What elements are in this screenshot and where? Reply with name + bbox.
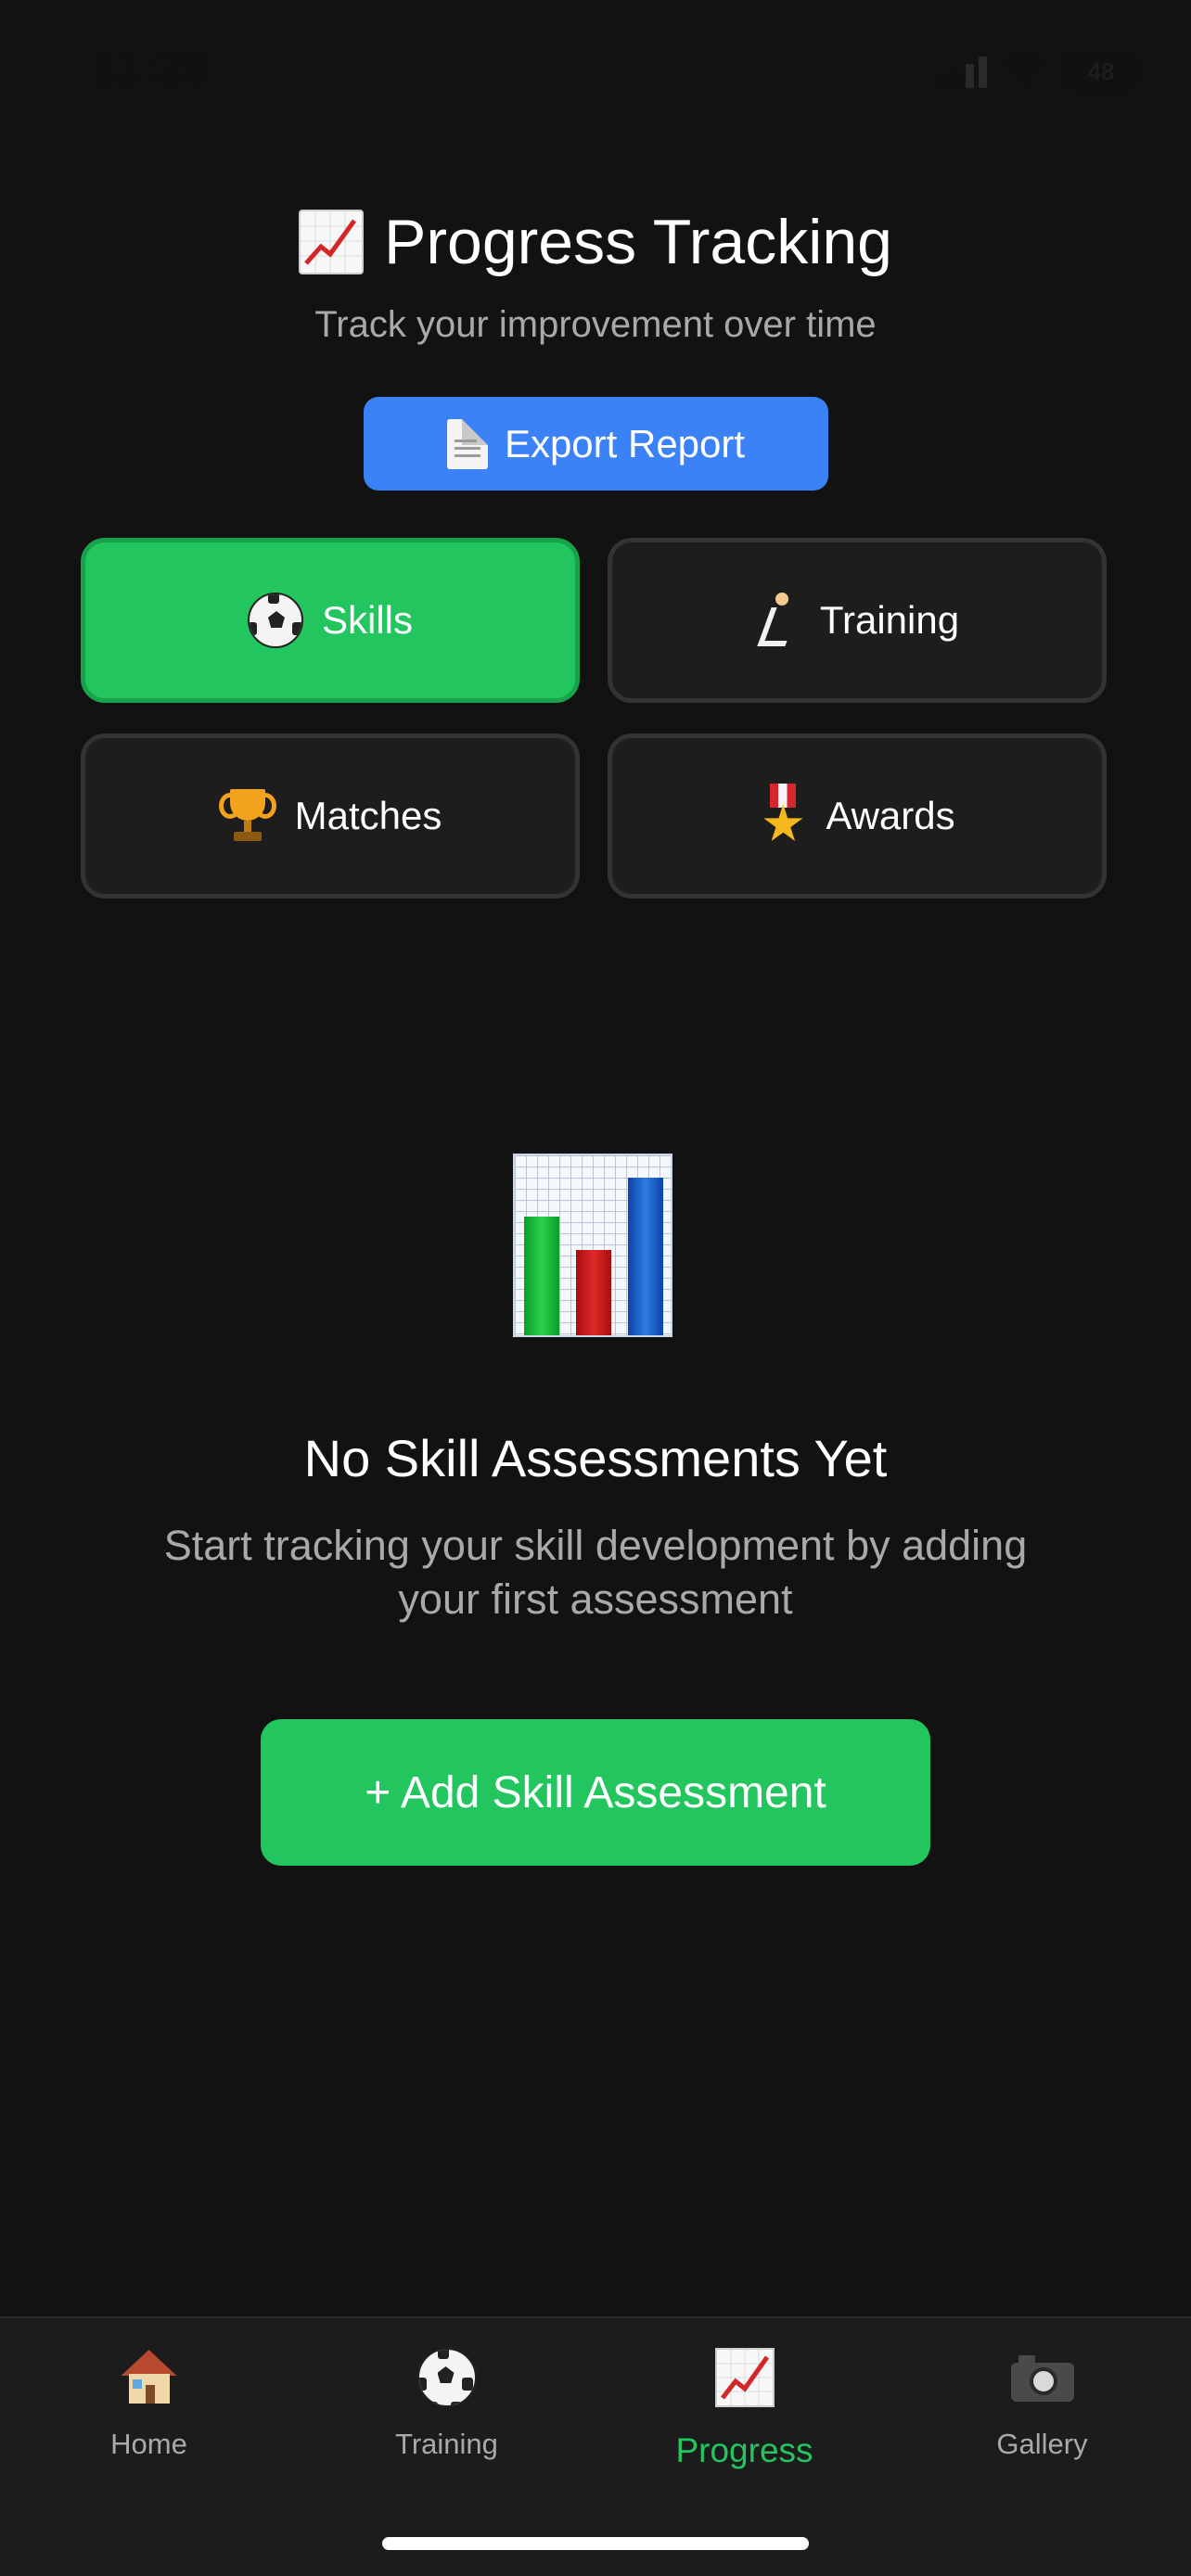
tab-label: Training [395, 2428, 498, 2460]
battery-level: 48 [1087, 57, 1115, 85]
category-awards[interactable]: Awards [608, 733, 1107, 899]
battery-icon: 48 [1065, 52, 1144, 91]
home-indicator[interactable] [382, 2537, 809, 2550]
category-label: Skills [321, 598, 413, 642]
trophy-icon [218, 787, 276, 845]
tab-training[interactable]: Training [298, 2346, 596, 2485]
status-time: 11:26 [91, 42, 212, 94]
chart-up-icon [299, 210, 364, 274]
tab-label: Home [110, 2428, 187, 2460]
add-skill-assessment-button[interactable]: + Add Skill Assessment [261, 1719, 930, 1866]
export-report-label: Export Report [504, 421, 746, 465]
category-matches[interactable]: Matches [81, 733, 580, 899]
page-title-row: Progress Tracking [0, 206, 1191, 278]
document-icon [446, 418, 488, 469]
tab-progress[interactable]: Progress [596, 2346, 893, 2485]
tab-label: Gallery [996, 2428, 1088, 2460]
export-report-button[interactable]: Export Report [364, 397, 828, 491]
page-subtitle: Track your improvement over time [314, 304, 877, 345]
category-label: Awards [826, 794, 955, 837]
category-training[interactable]: Training [608, 538, 1107, 703]
page-title: Progress Tracking [384, 207, 892, 277]
soccer-ball-icon [247, 593, 303, 648]
empty-state-title: No Skill Assessments Yet [303, 1429, 888, 1487]
category-label: Matches [294, 794, 442, 837]
house-icon [118, 2346, 181, 2409]
category-label: Training [819, 598, 960, 642]
chart-up-icon [713, 2346, 776, 2409]
camera-icon [1010, 2346, 1074, 2409]
empty-state-description: Start tracking your skill development by… [163, 1522, 1028, 1623]
bar-chart-icon [513, 1154, 672, 1337]
medal-icon [759, 784, 807, 848]
runner-icon [755, 593, 801, 648]
tab-label: Progress [675, 2431, 813, 2469]
signal-icon [940, 55, 987, 88]
tab-home[interactable]: Home [0, 2346, 298, 2485]
tab-gallery[interactable]: Gallery [893, 2346, 1191, 2485]
category-skills[interactable]: Skills [81, 538, 580, 703]
status-bar: 11:26 48 [0, 0, 1191, 139]
status-indicators: 48 [940, 52, 1144, 91]
add-skill-assessment-label: + Add Skill Assessment [365, 1767, 826, 1817]
wifi-icon [1005, 56, 1046, 85]
soccer-ball-icon [416, 2346, 479, 2409]
